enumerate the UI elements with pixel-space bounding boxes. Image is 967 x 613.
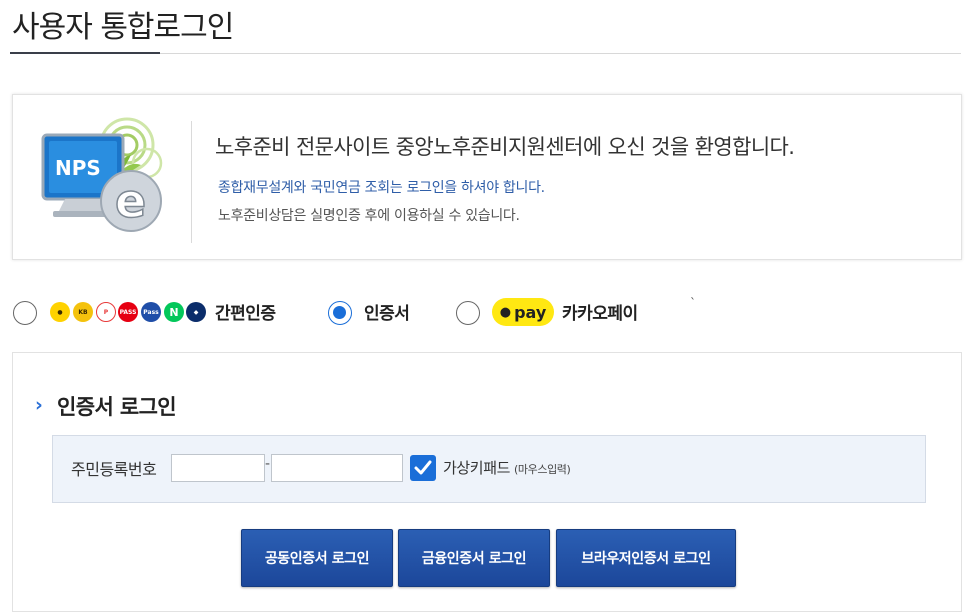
simple-auth-label: 간편인증 xyxy=(215,304,276,324)
certificate-label: 인증서 xyxy=(364,304,410,324)
samsung-pass-icon: Pass xyxy=(141,302,161,322)
virtual-keypad-checkbox[interactable] xyxy=(410,455,436,481)
rrn-back-input[interactable] xyxy=(271,454,403,482)
chevron-right-icon: › xyxy=(35,394,43,416)
svg-text:NPS: NPS xyxy=(55,156,101,180)
checkmark-icon xyxy=(414,460,432,475)
login-notice: 종합재무설계와 국민연금 조회는 로그인을 하셔야 합니다. xyxy=(218,180,545,196)
page-title: 사용자 통합로그인 xyxy=(12,10,234,45)
welcome-banner: NPS e 노후준비 전문사이트 중앙노후준비지원센터에 오신 것을 환영합니다… xyxy=(12,94,962,260)
kakaopay-label: 카카오페이 xyxy=(562,304,638,324)
svg-text:e: e xyxy=(115,174,146,228)
shinhan-icon: ◆ xyxy=(186,302,206,322)
stray-mark: ˋ xyxy=(690,296,696,310)
nps-e-logo-icon: NPS e xyxy=(41,117,163,232)
payco-icon: P xyxy=(96,302,116,322)
consult-info: 노후준비상담은 실명인증 후에 이용하실 수 있습니다. xyxy=(218,208,520,224)
pass-icon: PASS xyxy=(118,302,138,322)
section-title: 인증서 로그인 xyxy=(57,395,177,419)
banner-divider xyxy=(191,121,192,243)
radio-kakaopay[interactable] xyxy=(456,301,480,325)
financial-cert-login-button[interactable]: 금융인증서 로그인 xyxy=(398,529,550,587)
radio-certificate[interactable] xyxy=(328,301,352,325)
rrn-form: 주민등록번호 - 가상키패드 (마우스입력) xyxy=(52,435,926,503)
keypad-label-text: 가상키패드 xyxy=(443,459,511,477)
rrn-label: 주민등록번호 xyxy=(71,460,157,479)
title-divider-accent xyxy=(10,52,160,54)
rrn-dash: - xyxy=(265,456,271,472)
virtual-keypad-label: 가상키패드 (마우스입력) xyxy=(443,457,571,478)
naver-icon: N xyxy=(164,302,184,322)
browser-cert-login-button[interactable]: 브라우저인증서 로그인 xyxy=(556,529,736,587)
welcome-headline: 노후준비 전문사이트 중앙노후준비지원센터에 오신 것을 환영합니다. xyxy=(215,135,795,159)
kb-icon: KB xyxy=(73,302,93,322)
radio-simple-auth[interactable] xyxy=(13,301,37,325)
keypad-sub-text: (마우스입력) xyxy=(514,463,571,476)
rrn-front-input[interactable] xyxy=(171,454,265,482)
certificate-login-panel: › 인증서 로그인 주민등록번호 - 가상키패드 (마우스입력) 공동인증서 로그… xyxy=(12,352,962,612)
speech-bubble-icon: ● xyxy=(499,304,512,320)
common-cert-login-button[interactable]: 공동인증서 로그인 xyxy=(241,529,393,587)
kakaopay-badge: ● pay xyxy=(492,298,554,326)
kakao-icon: ● xyxy=(50,302,70,322)
pay-badge-text: pay xyxy=(514,302,547,322)
